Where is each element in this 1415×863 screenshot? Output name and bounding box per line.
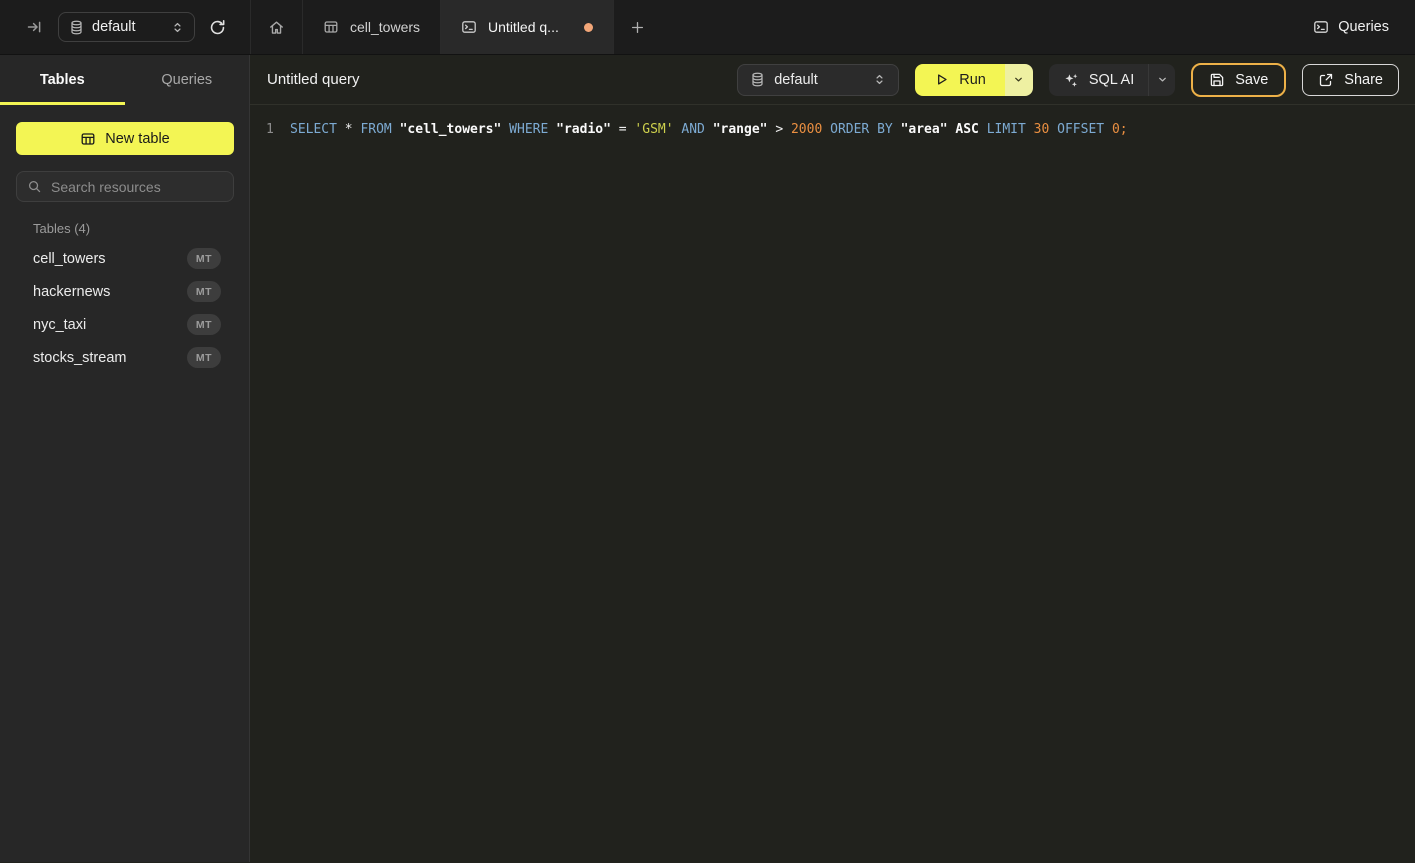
search-input[interactable] xyxy=(51,179,223,195)
tab-cell-towers[interactable]: cell_towers xyxy=(303,0,441,54)
refresh-button[interactable] xyxy=(209,19,226,36)
tab-untitled-query[interactable]: Untitled q... xyxy=(441,0,614,54)
tab-strip: cell_towers Untitled q... xyxy=(250,0,1313,54)
sql-ai-split-button: SQL AI xyxy=(1049,64,1175,96)
table-name: stocks_stream xyxy=(33,350,126,366)
sql-ai-button-label: SQL AI xyxy=(1089,72,1134,88)
table-name: hackernews xyxy=(33,284,110,300)
tab-home[interactable] xyxy=(251,0,303,54)
database-selector[interactable]: default xyxy=(737,64,899,96)
database-selector-value: default xyxy=(92,19,163,35)
code-line: 1 SELECT * FROM "cell_towers" WHERE "rad… xyxy=(266,120,1415,140)
table-name: nyc_taxi xyxy=(33,317,86,333)
terminal-icon xyxy=(461,19,477,35)
search-icon xyxy=(27,179,42,194)
main-panel: Untitled query default xyxy=(250,55,1415,862)
new-table-button[interactable]: New table xyxy=(16,122,234,155)
top-bar: default cell_towers Untitl xyxy=(0,0,1415,55)
share-icon xyxy=(1318,72,1334,88)
collapse-sidebar-button[interactable] xyxy=(26,19,42,35)
queries-button[interactable]: Queries xyxy=(1313,19,1389,35)
run-split-button: Run xyxy=(915,64,1033,96)
database-selector-value: default xyxy=(774,72,864,88)
share-button[interactable]: Share xyxy=(1302,64,1399,96)
table-engine-badge: MT xyxy=(187,281,221,302)
table-icon xyxy=(323,19,339,35)
tab-label: Untitled q... xyxy=(488,19,559,35)
table-icon xyxy=(80,131,96,147)
refresh-icon xyxy=(209,19,226,36)
new-tab-button[interactable] xyxy=(614,0,662,54)
save-button[interactable]: Save xyxy=(1191,63,1286,97)
sparkles-icon xyxy=(1063,72,1079,88)
tab-label: cell_towers xyxy=(350,19,420,35)
sql-ai-options-button[interactable] xyxy=(1148,64,1175,96)
table-engine-badge: MT xyxy=(187,314,221,335)
chevron-down-icon xyxy=(1013,74,1024,85)
collapse-sidebar-icon xyxy=(26,19,42,35)
new-table-button-label: New table xyxy=(105,131,169,147)
query-title: Untitled query xyxy=(267,71,360,88)
table-engine-badge: MT xyxy=(187,248,221,269)
chevron-up-down-icon xyxy=(171,21,184,34)
top-bar-right: Queries xyxy=(1313,0,1415,54)
table-list: cell_towersMThackernewsMTnyc_taxiMTstock… xyxy=(0,242,249,374)
tables-section-label: Tables (4) xyxy=(0,221,249,236)
play-icon xyxy=(934,72,949,87)
table-row[interactable]: nyc_taxi MT xyxy=(0,308,249,341)
sidebar-tab-queries[interactable]: Queries xyxy=(125,55,250,105)
sidebar-tabs: Tables Queries xyxy=(0,55,249,105)
chevron-up-down-icon xyxy=(873,73,886,86)
table-row[interactable]: cell_towers MT xyxy=(0,242,249,275)
table-row[interactable]: hackernews MT xyxy=(0,275,249,308)
run-button-label: Run xyxy=(959,72,986,88)
table-engine-badge: MT xyxy=(187,347,221,368)
database-icon xyxy=(69,20,84,35)
home-icon xyxy=(268,19,285,36)
query-toolbar: default Run xyxy=(737,63,1399,97)
database-icon xyxy=(750,72,765,87)
active-tab-underline xyxy=(0,102,125,105)
sidebar: Tables Queries New table Tables (4) cell… xyxy=(0,55,250,862)
run-button[interactable]: Run xyxy=(915,64,1005,96)
line-number: 1 xyxy=(266,120,276,140)
unsaved-changes-dot xyxy=(584,23,593,32)
top-bar-left: default xyxy=(0,0,250,54)
chevron-down-icon xyxy=(1157,74,1168,85)
table-row[interactable]: stocks_stream MT xyxy=(0,341,249,374)
database-selector[interactable]: default xyxy=(58,12,195,42)
plus-icon xyxy=(630,20,645,35)
run-options-button[interactable] xyxy=(1005,64,1033,96)
sidebar-tab-tables[interactable]: Tables xyxy=(0,55,125,105)
query-header: Untitled query default xyxy=(250,55,1415,105)
save-icon xyxy=(1209,72,1225,88)
share-button-label: Share xyxy=(1344,72,1383,88)
sql-ai-button[interactable]: SQL AI xyxy=(1049,64,1148,96)
sql-editor[interactable]: 1 SELECT * FROM "cell_towers" WHERE "rad… xyxy=(250,105,1415,862)
search-box xyxy=(16,171,234,202)
table-name: cell_towers xyxy=(33,251,106,267)
sql-code: SELECT * FROM "cell_towers" WHERE "radio… xyxy=(290,120,1128,140)
queries-button-label: Queries xyxy=(1338,19,1389,35)
terminal-icon xyxy=(1313,19,1329,35)
save-button-label: Save xyxy=(1235,72,1268,88)
